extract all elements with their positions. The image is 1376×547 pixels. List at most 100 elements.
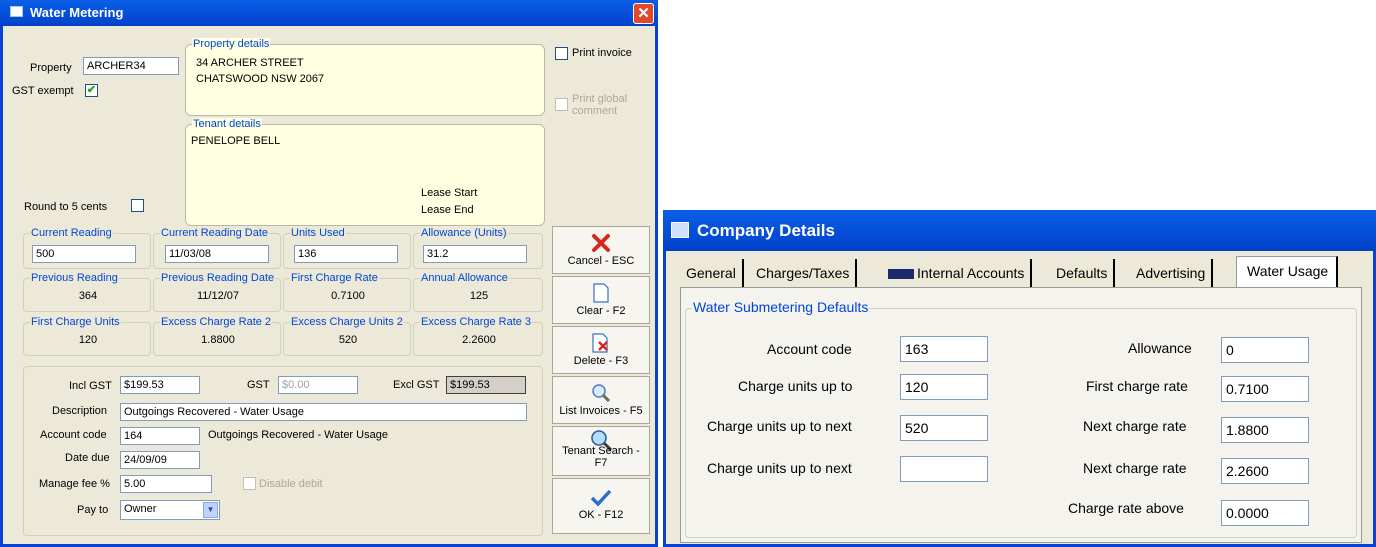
tab-internal-accounts[interactable]: Internal Accounts bbox=[882, 259, 1033, 287]
charge-units-next-input[interactable]: 520 bbox=[900, 415, 988, 441]
disable-debit-checkbox[interactable] bbox=[243, 477, 256, 490]
current-date-group: Current Reading Date 11/03/08 bbox=[153, 227, 281, 269]
water-submetering-title: Water Submetering Defaults bbox=[692, 299, 870, 315]
print-invoice-checkbox[interactable] bbox=[555, 47, 568, 60]
previous-date-group: Previous Reading Date 11/12/07 bbox=[153, 272, 281, 312]
tenant-details-title: Tenant details bbox=[192, 118, 262, 130]
tab-general[interactable]: General bbox=[680, 259, 744, 287]
charge-units-up-to-input[interactable]: 120 bbox=[900, 374, 988, 400]
description-label: Description bbox=[52, 405, 108, 417]
pay-to-value: Owner bbox=[124, 503, 157, 515]
current-date-input[interactable]: 11/03/08 bbox=[165, 245, 269, 263]
charge-rate-above-label: Charge rate above bbox=[1068, 500, 1184, 516]
tab-charges-taxes[interactable]: Charges/Taxes bbox=[750, 259, 858, 287]
previous-date-value: 11/12/07 bbox=[196, 290, 239, 302]
address-line-1: 34 ARCHER STREET bbox=[196, 57, 304, 69]
account-code-input-2[interactable]: 163 bbox=[900, 336, 988, 362]
chevron-down-icon: ▼ bbox=[203, 502, 218, 518]
description-input[interactable]: Outgoings Recovered - Water Usage bbox=[120, 403, 527, 421]
tab-water-usage[interactable]: Water Usage bbox=[1236, 256, 1339, 288]
property-label: Property bbox=[30, 62, 72, 74]
current-reading-title: Current Reading bbox=[30, 227, 113, 239]
property-details-box: Property details 34 ARCHER STREET CHATSW… bbox=[185, 38, 545, 116]
ok-button[interactable]: OK - F12 bbox=[552, 478, 650, 534]
units-used-title: Units Used bbox=[290, 227, 346, 239]
tab-advertising[interactable]: Advertising bbox=[1130, 259, 1214, 287]
annual-allowance-group: Annual Allowance 125 bbox=[413, 272, 543, 312]
next-charge-rate-label: Next charge rate bbox=[1083, 418, 1187, 434]
tab-defaults[interactable]: Defaults bbox=[1050, 259, 1116, 287]
manage-fee-input[interactable]: 5.00 bbox=[120, 475, 212, 493]
list-invoices-label: List Invoices - F5 bbox=[559, 405, 643, 417]
print-invoice-label: Print invoice bbox=[572, 47, 632, 59]
excess-units-2-group: Excess Charge Units 2 520 bbox=[283, 316, 411, 356]
previous-date-title: Previous Reading Date bbox=[160, 272, 276, 284]
property-details-title: Property details bbox=[192, 38, 271, 50]
excl-gst-value: $199.53 bbox=[446, 376, 526, 394]
print-global-comment-checkbox[interactable] bbox=[555, 98, 568, 111]
window-title: Water Metering bbox=[30, 5, 124, 20]
title-bar: Water Metering ✕ bbox=[0, 0, 658, 26]
app-icon bbox=[10, 6, 23, 17]
magnifier-icon bbox=[592, 384, 611, 403]
allowance-group: Allowance (Units) 31.2 bbox=[413, 227, 543, 269]
clear-icon bbox=[593, 283, 609, 303]
print-global-label-2: comment bbox=[572, 105, 618, 117]
lease-end-label: Lease End bbox=[421, 204, 474, 216]
round-label: Round to 5 cents bbox=[24, 201, 108, 213]
lease-start-label: Lease Start bbox=[421, 187, 478, 199]
cancel-button[interactable]: Cancel - ESC bbox=[552, 226, 650, 274]
previous-reading-value: 364 bbox=[78, 290, 98, 302]
tenant-name: PENELOPE BELL bbox=[191, 135, 281, 147]
first-charge-rate-input[interactable]: 0.7100 bbox=[1221, 376, 1309, 402]
address-line-2: CHATSWOOD NSW 2067 bbox=[196, 73, 325, 85]
delete-label: Delete - F3 bbox=[573, 355, 629, 367]
tenant-details-box: Tenant details PENELOPE BELL Lease Start… bbox=[185, 118, 545, 226]
company-details-window: Company Details General Charges/Taxes In… bbox=[663, 210, 1376, 547]
current-reading-group: Current Reading 500 bbox=[23, 227, 151, 269]
tenant-search-button[interactable]: Tenant Search - F7 bbox=[552, 426, 650, 476]
allowance-title: Allowance (Units) bbox=[420, 227, 508, 239]
pay-to-select[interactable]: Owner ▼ bbox=[120, 500, 220, 520]
excess-units-2-value: 520 bbox=[338, 334, 358, 346]
property-input[interactable]: ARCHER34 bbox=[83, 57, 179, 75]
first-charge-rate-label: First charge rate bbox=[1086, 378, 1188, 394]
close-button[interactable]: ✕ bbox=[633, 3, 654, 24]
cancel-icon bbox=[592, 234, 610, 252]
charge-units-next-input-2[interactable] bbox=[900, 456, 988, 482]
gst-label: GST bbox=[247, 379, 270, 391]
company-window-title: Company Details bbox=[697, 221, 835, 240]
clear-button[interactable]: Clear - F2 bbox=[552, 276, 650, 324]
round-checkbox[interactable] bbox=[131, 199, 144, 212]
tab-internal-accounts-label: Internal Accounts bbox=[917, 265, 1025, 281]
first-charge-rate-title: First Charge Rate bbox=[290, 272, 379, 284]
previous-reading-group: Previous Reading 364 bbox=[23, 272, 151, 312]
ok-label: OK - F12 bbox=[578, 509, 624, 521]
excess-rate-2-title: Excess Charge Rate 2 bbox=[160, 316, 273, 328]
date-due-input[interactable]: 24/09/09 bbox=[120, 451, 200, 469]
allowance-input[interactable]: 31.2 bbox=[423, 245, 527, 263]
first-charge-rate-value: 0.7100 bbox=[331, 290, 365, 302]
pay-to-label: Pay to bbox=[77, 504, 109, 516]
disable-debit-label: Disable debit bbox=[259, 478, 323, 490]
allowance-input-2[interactable]: 0 bbox=[1221, 337, 1309, 363]
delete-button[interactable]: Delete - F3 bbox=[552, 326, 650, 374]
first-charge-units-title: First Charge Units bbox=[30, 316, 121, 328]
account-code-input[interactable]: 164 bbox=[120, 427, 200, 445]
excess-units-2-title: Excess Charge Units 2 bbox=[290, 316, 404, 328]
charge-units-up-to-label: Charge units up to bbox=[738, 378, 853, 394]
current-reading-input[interactable]: 500 bbox=[32, 245, 136, 263]
account-code-label: Account code bbox=[40, 429, 107, 441]
charge-rate-above-input[interactable]: 0.0000 bbox=[1221, 500, 1309, 526]
next-charge-rate-input[interactable]: 1.8800 bbox=[1221, 417, 1309, 443]
close-icon: ✕ bbox=[637, 5, 650, 22]
gst-input[interactable]: $0.00 bbox=[278, 376, 358, 394]
first-charge-units-group: First Charge Units 120 bbox=[23, 316, 151, 356]
list-invoices-button[interactable]: List Invoices - F5 bbox=[552, 376, 650, 424]
next-charge-rate-input-2[interactable]: 2.2600 bbox=[1221, 458, 1309, 484]
first-charge-units-value: 120 bbox=[78, 334, 98, 346]
units-used-input[interactable]: 136 bbox=[294, 245, 398, 263]
gst-exempt-checkbox[interactable]: ✔ bbox=[85, 84, 98, 97]
delete-icon bbox=[592, 333, 608, 353]
incl-gst-input[interactable]: $199.53 bbox=[120, 376, 200, 394]
